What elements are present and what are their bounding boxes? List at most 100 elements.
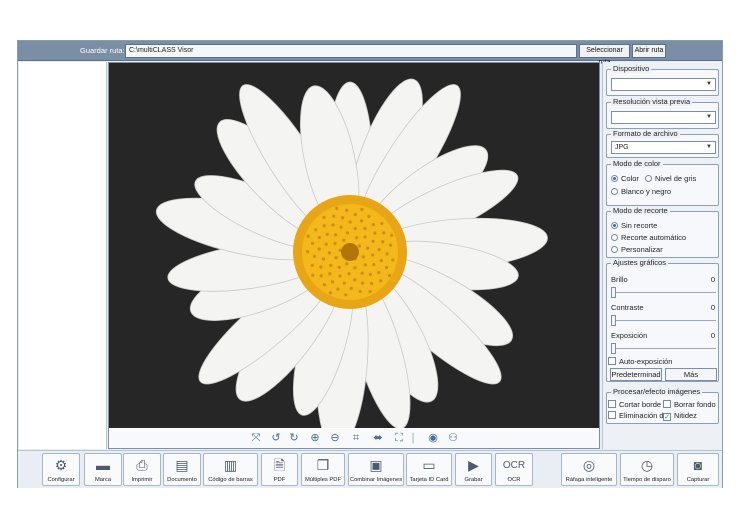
gear-icon: ⚙ <box>54 457 68 473</box>
ocr-icon: OCR <box>502 460 526 471</box>
multiple-pdf-button[interactable]: ❐ Múltiples PDF <box>301 453 345 486</box>
id-card-label: Tarjeta ID Card <box>409 477 449 483</box>
burst-camera-icon: ◎ <box>582 457 596 473</box>
brand-label: Marca <box>94 477 112 483</box>
device-select[interactable]: ▼ <box>611 78 716 91</box>
radio-selected-icon <box>611 175 618 182</box>
zoom-out-icon[interactable]: ⊖ <box>328 432 342 445</box>
document-label: Documento <box>167 477 197 483</box>
dual-camera-icon[interactable]: ⚇ <box>446 432 460 445</box>
chevron-down-icon: ▼ <box>706 81 712 87</box>
pdf-button[interactable]: 🗎 PDF <box>261 453 298 486</box>
barcode-button[interactable]: ▥ Código de barras <box>203 453 258 486</box>
document-button[interactable]: ▤ Documento <box>163 453 201 486</box>
custom-crop-radio[interactable]: Personalizar <box>611 245 663 254</box>
resolution-select[interactable]: ▼ <box>611 111 716 124</box>
record-button[interactable]: ▶ Grabar <box>455 453 492 486</box>
brand-button[interactable]: ▬ Marca <box>84 453 122 486</box>
timer-icon: ◷ <box>640 457 654 473</box>
configure-label: Configurar <box>47 477 75 483</box>
radio-icon <box>611 188 618 195</box>
sharpness-checkbox[interactable]: ✓ Nitidez <box>663 411 697 421</box>
format-value: JPG <box>615 144 629 151</box>
exposure-value: 0 <box>710 331 715 340</box>
color-radio[interactable]: Color <box>611 174 639 183</box>
select-path-button[interactable]: Seleccionar ruta <box>579 44 630 66</box>
save-path-bar: Guardar ruta: C:\multiCLASS Visor Selecc… <box>18 41 722 66</box>
save-path-label: Guardar ruta: <box>80 46 125 55</box>
crop-icon[interactable]: ⌗ <box>349 432 363 445</box>
black-white-radio[interactable]: Blanco y negro <box>611 187 671 196</box>
crop-mode-group: Modo de recorte Sin recorte Recorte auto… <box>606 206 719 258</box>
separator: | <box>411 432 415 444</box>
configure-button[interactable]: ⚙ Configurar <box>42 453 80 486</box>
ocr-button[interactable]: OCR OCR <box>495 453 533 486</box>
video-camera-icon: ▶ <box>468 457 479 473</box>
checkbox-icon <box>608 411 616 419</box>
combine-images-button[interactable]: ▣ Combinar Imágenes <box>348 453 404 486</box>
preview-area: ⤧ ↺ ↻ ⊕ ⊖ ⌗ ⬌ ⛶ | ◉ ⚇ <box>108 62 600 449</box>
multiple-pdf-label: Múltiples PDF <box>304 477 342 483</box>
color-mode-group: Modo de color Color Nivel de gris Blanco… <box>606 159 719 206</box>
zoom-in-icon[interactable]: ⊕ <box>308 432 322 445</box>
processing-group: Procesar/efecto imágenes Cortar borde Bo… <box>606 387 719 424</box>
save-path-field[interactable]: C:\multiCLASS Visor <box>125 44 577 58</box>
auto-exposure-checkbox[interactable]: Auto-exposición <box>608 357 672 366</box>
cut-edge-checkbox[interactable]: Cortar borde <box>608 400 661 409</box>
id-card-button[interactable]: ▭ Tarjeta ID Card <box>406 453 452 486</box>
open-path-button[interactable]: Abrir ruta <box>632 44 666 58</box>
exposure-slider[interactable] <box>611 343 616 354</box>
view-toolbar: ⤧ ↺ ↻ ⊕ ⊖ ⌗ ⬌ ⛶ | ◉ ⚇ <box>109 429 599 448</box>
id-card-icon: ▭ <box>422 457 436 473</box>
checkbox-icon <box>663 400 671 408</box>
fit-width-icon[interactable]: ⬌ <box>371 432 385 445</box>
brightness-label: Brillo <box>611 275 628 284</box>
rotate-left-icon[interactable]: ↺ <box>269 432 283 445</box>
checkbox-checked-icon: ✓ <box>663 413 671 421</box>
brightness-slider[interactable] <box>611 287 616 298</box>
settings-panel: Dispositivo ▼ Resolución vista previa ▼ … <box>602 62 722 449</box>
app-window: Guardar ruta: C:\multiCLASS Visor Selecc… <box>17 40 723 488</box>
bottom-toolbar: ⚙ Configurar ▬ Marca ⎙ Imprimir ▤ Docume… <box>18 450 722 488</box>
contrast-label: Contraste <box>611 303 644 312</box>
exposure-label: Exposición <box>611 331 648 340</box>
document-icon: ▤ <box>175 457 189 473</box>
radio-selected-icon <box>611 222 618 229</box>
printer-icon: ⎙ <box>136 457 148 473</box>
contrast-value: 0 <box>710 303 715 312</box>
auto-crop-radio[interactable]: Recorte automático <box>611 233 686 242</box>
radio-icon <box>645 175 652 182</box>
color-mode-title: Modo de color <box>611 159 663 168</box>
smart-burst-label: Ráfaga inteligente <box>565 477 613 483</box>
checkbox-icon <box>608 400 616 408</box>
default-button[interactable]: Predeterminad <box>610 368 662 381</box>
thumbnail-panel <box>19 62 107 449</box>
no-crop-radio[interactable]: Sin recorte <box>611 221 657 230</box>
erase-background-checkbox[interactable]: Borrar fondo <box>663 400 716 409</box>
format-select[interactable]: JPG ▼ <box>611 141 716 154</box>
timer-button[interactable]: ◷ Tiempo de disparo <box>620 453 674 486</box>
combine-label: Combinar Imágenes <box>349 477 403 483</box>
grayscale-radio[interactable]: Nivel de gris <box>645 174 696 183</box>
stamp-icon: ▬ <box>96 457 110 473</box>
remove-checkbox[interactable]: Eliminación d <box>608 411 664 420</box>
device-title: Dispositivo <box>611 64 652 73</box>
crop-mode-title: Modo de recorte <box>611 206 670 215</box>
record-label: Grabar <box>464 477 483 483</box>
more-button[interactable]: Más <box>665 368 717 381</box>
print-button[interactable]: ⎙ Imprimir <box>123 453 161 486</box>
format-group: Formato de archivo JPG ▼ <box>606 129 719 158</box>
capture-button[interactable]: ◙ Capturar <box>677 453 719 486</box>
contrast-slider[interactable] <box>611 315 616 326</box>
chevron-down-icon: ▼ <box>706 114 712 120</box>
barcode-label: Código de barras <box>208 477 253 483</box>
actual-size-icon[interactable]: ⛶ <box>392 432 406 445</box>
rotate-right-icon[interactable]: ↻ <box>287 432 301 445</box>
chevron-down-icon: ▼ <box>706 144 712 150</box>
fit-screen-icon[interactable]: ⤧ <box>249 432 263 445</box>
smart-burst-button[interactable]: ◎ Ráfaga inteligente <box>561 453 617 486</box>
capture-camera-icon: ◙ <box>693 457 703 473</box>
camera-icon[interactable]: ◉ <box>426 432 440 445</box>
resolution-title: Resolución vista previa <box>611 97 693 106</box>
format-title: Formato de archivo <box>611 129 680 138</box>
